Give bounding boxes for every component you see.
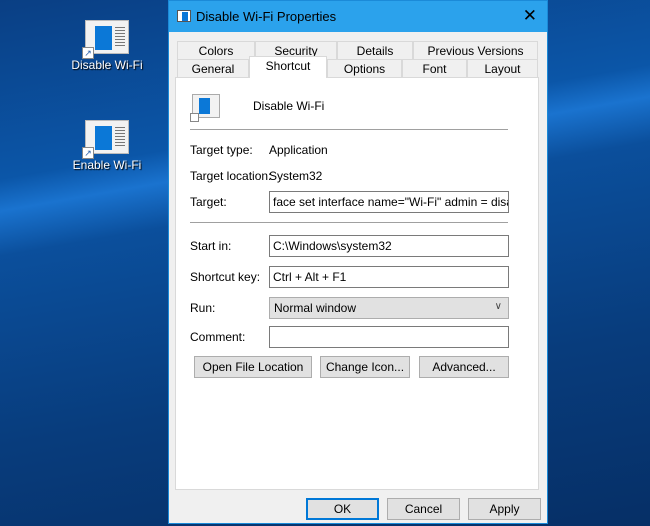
close-icon[interactable]: ✕ (523, 6, 537, 26)
ok-button[interactable]: OK (306, 498, 379, 520)
target-input[interactable]: face set interface name="Wi-Fi" admin = … (269, 191, 509, 213)
advanced-button[interactable]: Advanced... (419, 356, 509, 378)
run-select[interactable]: Normal window ∨ (269, 297, 509, 319)
comment-label: Comment: (190, 330, 246, 344)
run-value: Normal window (274, 301, 357, 315)
run-label: Run: (190, 301, 216, 315)
tab-layout[interactable]: Layout (467, 59, 538, 78)
shortcut-key-label: Shortcut key: (190, 270, 261, 284)
target-label: Target: (190, 195, 227, 209)
shortcut-icon: ↗ (82, 120, 129, 159)
desktop-icon-label: Disable Wi-Fi (71, 58, 143, 72)
tab-previous-versions[interactable]: Previous Versions (413, 41, 538, 60)
window-title: Disable Wi-Fi Properties (196, 9, 337, 24)
chevron-down-icon: ∨ (494, 301, 502, 312)
target-type-label: Target type: (190, 143, 253, 157)
shortcut-app-icon (177, 10, 191, 22)
shortcut-name: Disable Wi-Fi (253, 99, 325, 113)
shortcut-icon: ↗ (82, 20, 129, 59)
cancel-button[interactable]: Cancel (387, 498, 460, 520)
apply-button[interactable]: Apply (468, 498, 541, 520)
divider (190, 222, 508, 223)
shortcut-key-input[interactable]: Ctrl + Alt + F1 (269, 266, 509, 288)
desktop-icon-disable-wifi[interactable]: ↗ Disable Wi-Fi (62, 20, 152, 72)
properties-dialog: Disable Wi-Fi Properties ✕ Colors Securi… (168, 0, 548, 524)
desktop-icon-label: Enable Wi-Fi (72, 158, 142, 172)
tab-general[interactable]: General (177, 59, 249, 78)
desktop-icon-enable-wifi[interactable]: ↗ Enable Wi-Fi (62, 120, 152, 172)
open-file-location-button[interactable]: Open File Location (194, 356, 312, 378)
tab-colors[interactable]: Colors (177, 41, 255, 60)
title-bar[interactable]: Disable Wi-Fi Properties ✕ (169, 1, 547, 32)
start-in-input[interactable]: C:\Windows\system32 (269, 235, 509, 257)
target-location-label: Target location: (190, 169, 272, 183)
shortcut-panel: Disable Wi-Fi Target type: Application T… (175, 77, 539, 490)
shortcut-icon (190, 94, 220, 122)
start-in-label: Start in: (190, 239, 232, 253)
tab-details[interactable]: Details (337, 41, 413, 60)
change-icon-button[interactable]: Change Icon... (320, 356, 410, 378)
tab-options[interactable]: Options (327, 59, 402, 78)
target-type-value: Application (269, 143, 328, 157)
divider (190, 129, 508, 130)
tab-shortcut[interactable]: Shortcut (249, 56, 327, 78)
comment-input[interactable] (269, 326, 509, 348)
target-location-value: System32 (269, 169, 323, 183)
tab-font[interactable]: Font (402, 59, 467, 78)
